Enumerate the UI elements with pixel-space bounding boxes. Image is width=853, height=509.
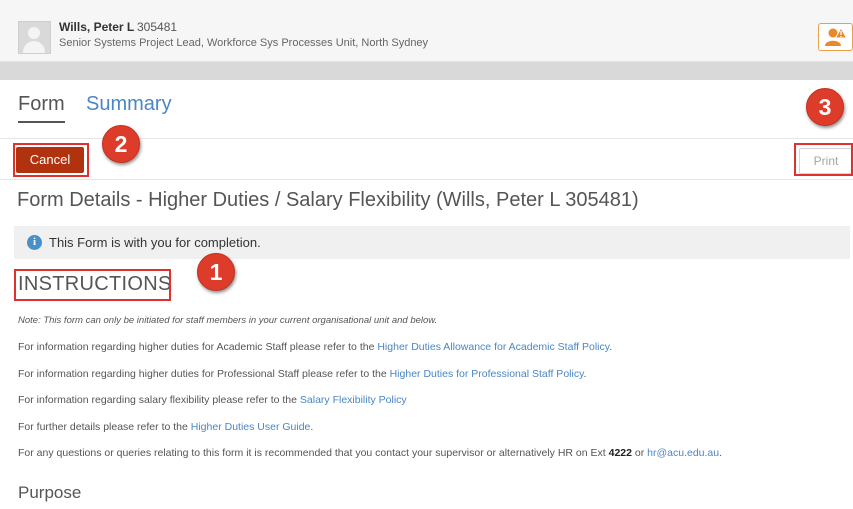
- professional-staff-policy-link[interactable]: Higher Duties for Professional Staff Pol…: [390, 368, 584, 380]
- tab-summary[interactable]: Summary: [86, 93, 172, 116]
- annotation-badge-1: 1: [197, 253, 235, 291]
- instruction-text: For any questions or queries relating to…: [18, 447, 609, 459]
- instruction-line-contact: For any questions or queries relating to…: [18, 447, 722, 459]
- instruction-line-professional: For information regarding higher duties …: [18, 368, 586, 380]
- instructions-note: Note: This form can only be initiated fo…: [18, 315, 438, 326]
- user-id: 305481: [137, 20, 178, 34]
- user-header: Wills, Peter L 305481 Senior Systems Pro…: [0, 0, 853, 62]
- print-highlight-box: [794, 143, 853, 176]
- info-icon: i: [27, 235, 42, 250]
- user-guide-link[interactable]: Higher Duties User Guide: [191, 421, 311, 433]
- instruction-text: .: [310, 421, 314, 433]
- instruction-line-guide: For further details please refer to the …: [18, 421, 313, 433]
- annotation-badge-2: 2: [102, 125, 140, 163]
- tab-form[interactable]: Form: [18, 93, 65, 123]
- instruction-text: For information regarding higher duties …: [18, 368, 390, 380]
- cancel-highlight-box: [13, 143, 89, 177]
- info-message: This Form is with you for completion.: [49, 235, 261, 250]
- hr-email-link[interactable]: hr@acu.edu.au: [647, 447, 719, 459]
- instruction-text: For information regarding higher duties …: [18, 341, 378, 353]
- avatar: [18, 21, 51, 54]
- instruction-text: or: [631, 447, 648, 459]
- user-alert-button[interactable]: [818, 23, 853, 51]
- user-name: Wills, Peter L: [59, 20, 135, 34]
- instructions-highlight-box: [14, 269, 171, 301]
- instruction-text: .: [719, 447, 723, 459]
- user-role: Senior Systems Project Lead, Workforce S…: [59, 37, 429, 49]
- academic-staff-policy-link[interactable]: Higher Duties Allowance for Academic Sta…: [377, 341, 609, 353]
- header-divider-band: [0, 62, 853, 80]
- instruction-text: .: [609, 341, 613, 353]
- instruction-line-academic: For information regarding higher duties …: [18, 341, 612, 353]
- instruction-text: .: [583, 368, 587, 380]
- instruction-text: For further details please refer to the: [18, 421, 191, 433]
- instruction-text: For information regarding salary flexibi…: [18, 394, 300, 406]
- annotation-badge-3: 3: [806, 88, 844, 126]
- salary-flexibility-policy-link[interactable]: Salary Flexibility Policy: [300, 394, 407, 406]
- user-alert-icon: [825, 27, 847, 46]
- instruction-line-salary: For information regarding salary flexibi…: [18, 394, 407, 406]
- info-message-bar: i This Form is with you for completion.: [14, 226, 850, 259]
- hr-extension: 4222: [608, 447, 632, 459]
- form-title: Form Details - Higher Duties / Salary Fl…: [17, 189, 639, 211]
- purpose-heading: Purpose: [18, 483, 82, 502]
